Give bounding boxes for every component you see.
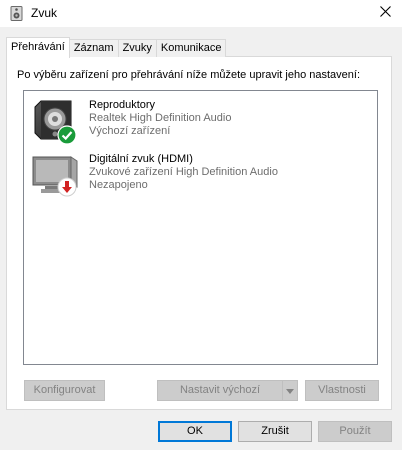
set-default-dropdown[interactable] <box>282 380 298 401</box>
device-item-speakers[interactable]: Reproduktory Realtek High Definition Aud… <box>31 97 361 147</box>
tab-recording[interactable]: Záznam <box>68 39 119 57</box>
instruction-text: Po výběru zařízení pro přehrávání níže m… <box>17 69 361 81</box>
tab-strip: Přehrávání Záznam Zvuky Komunikace <box>6 37 227 58</box>
green-check-icon <box>57 125 77 145</box>
tab-sounds[interactable]: Zvuky <box>117 39 157 57</box>
tab-playback[interactable]: Přehrávání <box>6 37 70 58</box>
device-status: Nezapojeno <box>89 179 148 191</box>
device-status: Výchozí zařízení <box>89 125 171 137</box>
device-text-hdmi: Digitální zvuk (HDMI) Zvukové zařízení H… <box>89 153 278 192</box>
tab-communications[interactable]: Komunikace <box>155 39 227 57</box>
device-item-hdmi[interactable]: Digitální zvuk (HDMI) Zvukové zařízení H… <box>31 151 361 201</box>
sound-dialog: Zvuk Přehrávání Záznam Zvuky Komunikace … <box>0 0 402 450</box>
device-list[interactable]: Reproduktory Realtek High Definition Aud… <box>23 90 378 365</box>
apply-button[interactable]: Použít <box>318 421 392 442</box>
window-title: Zvuk <box>31 6 58 20</box>
title-bar: Zvuk <box>0 0 402 27</box>
configure-button[interactable]: Konfigurovat <box>24 380 105 401</box>
close-icon <box>379 6 391 20</box>
device-name: Reproduktory <box>89 99 156 111</box>
device-text-speakers: Reproduktory Realtek High Definition Aud… <box>89 99 231 138</box>
close-button[interactable] <box>368 0 402 26</box>
device-name: Digitální zvuk (HDMI) <box>89 153 193 165</box>
chevron-down-icon <box>286 385 294 397</box>
set-default-button[interactable]: Nastavit výchozí <box>157 380 283 401</box>
device-driver: Realtek High Definition Audio <box>89 112 232 124</box>
red-down-arrow-icon <box>57 177 77 197</box>
cancel-button[interactable]: Zrušit <box>238 421 312 442</box>
speaker-app-icon <box>9 6 24 21</box>
ok-button[interactable]: OK <box>158 421 232 442</box>
properties-button[interactable]: Vlastnosti <box>305 380 379 401</box>
device-driver: Zvukové zařízení High Definition Audio <box>89 166 278 178</box>
